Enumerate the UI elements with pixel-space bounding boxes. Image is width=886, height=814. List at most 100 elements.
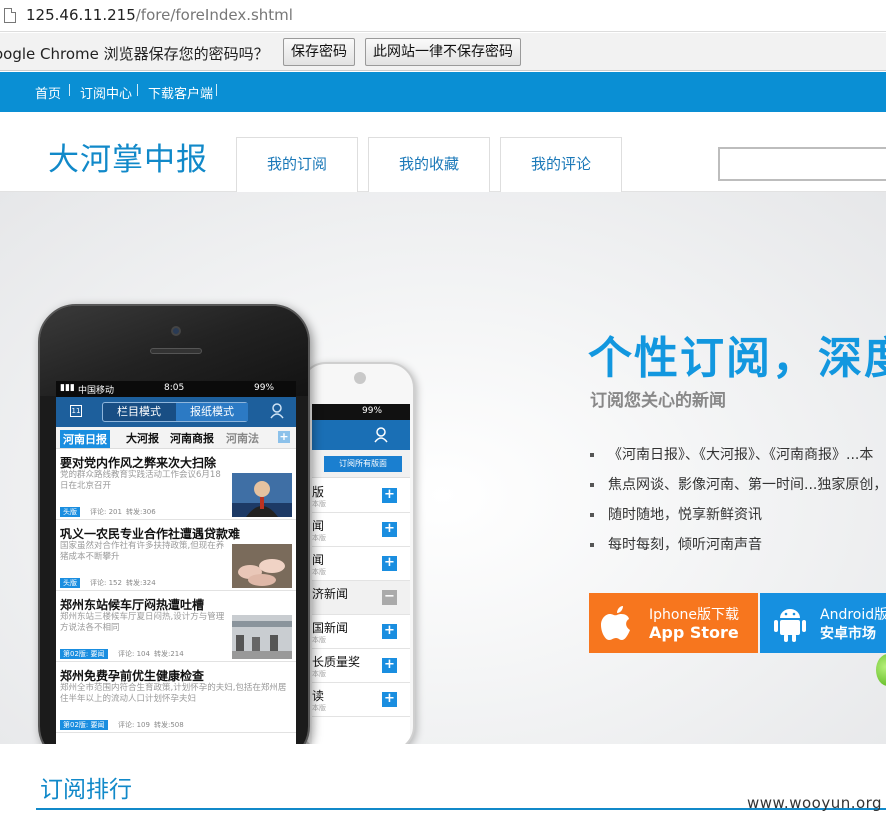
signal-icon: ▮▮▮ — [60, 383, 75, 393]
apple-icon — [601, 606, 630, 640]
news-photo — [232, 473, 292, 517]
list-item[interactable]: 版本版 + — [312, 479, 410, 513]
time-text: 8:05 — [164, 383, 185, 393]
nav-divider — [137, 84, 138, 96]
plus-icon[interactable]: + — [382, 522, 397, 537]
top-navigation: 首页 订阅中心 下载客户端 — [0, 72, 886, 112]
section-title: 订阅排行 — [40, 777, 132, 803]
mode-switch[interactable]: 栏目模式 报纸模式 — [102, 402, 248, 422]
bullet-dot — [590, 483, 594, 487]
bullet-dot — [590, 543, 594, 547]
save-password-button[interactable]: 保存密码 — [283, 38, 355, 66]
nav-download-client-link[interactable]: 下载客户端 — [148, 83, 213, 102]
bullet-text: 随时随地，悦享新鲜资讯 — [608, 507, 762, 523]
search-input[interactable] — [718, 147, 886, 181]
app-toolbar — [312, 420, 410, 450]
add-channel-icon[interactable]: + — [278, 431, 290, 443]
comment-count: 评论: 152 — [90, 579, 122, 587]
app-store-label: App Store — [649, 623, 739, 642]
address-bar[interactable]: 125.46.11.215/fore/foreIndex.shtml — [0, 0, 886, 32]
page-tag: 第02版: 要闻 — [60, 720, 108, 730]
phone-camera — [171, 326, 181, 336]
calendar-icon[interactable]: 11 — [70, 405, 82, 417]
comment-count: 评论: 109 — [118, 721, 150, 729]
promo-banner: 99% 订阅所有版面 版本版 + 闻本版 + 闻本版 + 济新闻 − 国新闻 本版 + 长质… — [0, 192, 886, 744]
subscribe-all-button[interactable]: 订阅所有版面 — [324, 456, 402, 472]
row-title: 闻 — [312, 519, 325, 533]
channel-tab[interactable]: 河南商报 — [170, 430, 214, 446]
secondary-phone-screen: 99% 订阅所有版面 版本版 + 闻本版 + 闻本版 + 济新闻 − 国新闻 本版 + 长质… — [312, 404, 410, 744]
url-text[interactable]: 125.46.11.215/fore/foreIndex.shtml — [26, 6, 293, 24]
tab-my-subscriptions[interactable]: 我的订阅 — [236, 137, 358, 192]
list-item[interactable]: 闻本版 + — [312, 513, 410, 547]
news-item[interactable]: 巩义一农民专业合作社遭遇贷款难 国家虽然对合作社有许多扶持政策,但现在养猪成本不… — [56, 521, 296, 591]
news-summary: 郑州全市范围内符合生育政策,计划怀孕的夫妇,包括在郑州居住半年以上的流动人口计划… — [60, 683, 287, 704]
news-photo — [232, 544, 292, 588]
password-prompt-text: oogle Chrome 浏览器保存您的密码吗？ — [0, 45, 269, 63]
comment-count: 评论: 201 — [90, 508, 122, 516]
list-item[interactable]: 国新闻 本版 + — [312, 615, 410, 649]
bullet-dot — [590, 453, 594, 457]
newspaper-mode-tab[interactable]: 报纸模式 — [176, 403, 248, 421]
main-phone-screen: ▮▮▮ 中国移动 8:05 99% 11 栏目模式 报纸模式 河南日报 大河报 … — [56, 381, 296, 744]
channel-tab[interactable]: 大河报 — [126, 430, 159, 446]
phone-camera — [354, 372, 366, 384]
user-icon[interactable] — [270, 403, 284, 419]
banner-headline: 个性订阅，深度 — [588, 333, 886, 384]
row-subtitle: 本版 — [312, 500, 326, 508]
channel-tab[interactable]: 河南法 — [226, 430, 259, 446]
news-summary: 党的群众路线教育实践活动工作会议6月18日在北京召开 — [60, 470, 221, 491]
news-item[interactable]: 要对党内作风之弊来次大扫除 党的群众路线教育实践活动工作会议6月18日在北京召开… — [56, 450, 296, 520]
plus-icon[interactable]: + — [382, 488, 397, 503]
android-version-label: Android版 — [820, 607, 886, 623]
share-count: 转发:324 — [126, 579, 156, 587]
page-tag: 头版 — [60, 578, 80, 588]
green-circle-icon[interactable] — [876, 654, 886, 686]
row-subtitle: 本版 — [312, 704, 326, 712]
bullet-dot — [590, 513, 594, 517]
site-logo[interactable]: 大河掌中报 — [48, 134, 208, 179]
minus-icon[interactable]: − — [382, 590, 397, 605]
list-item[interactable]: 闻本版 + — [312, 547, 410, 581]
nav-subscription-center-link[interactable]: 订阅中心 — [80, 83, 132, 102]
app-toolbar: 11 栏目模式 报纸模式 — [56, 397, 296, 427]
news-item[interactable]: 郑州东站候车厅闷热遭吐槽 郑州东站三楼候车厅夏日闷热,设计方与管理方说法各不相同… — [56, 592, 296, 662]
channel-tab-active[interactable]: 河南日报 — [60, 430, 110, 448]
bullet-text: 《河南日报》、《大河报》、《河南商报》...本 — [608, 447, 874, 463]
news-item[interactable]: 郑州免费孕前优生健康检查 郑州全市范围内符合生育政策,计划怀孕的夫妇,包括在郑州… — [56, 663, 296, 733]
news-title: 要对党内作风之弊来次大扫除 — [60, 456, 217, 470]
feature-bullet: 焦点网谈、影像河南、第一时间...独家原创，任 — [590, 474, 886, 494]
plus-icon[interactable]: + — [382, 624, 397, 639]
nav-divider — [216, 84, 217, 96]
android-download-button[interactable]: Android版 安卓市场 — [760, 593, 886, 653]
app-store-download-button[interactable]: Iphone版下载 App Store — [589, 593, 758, 653]
bullet-text: 焦点网谈、影像河南、第一时间...独家原创，任 — [608, 477, 886, 493]
password-save-infobar: oogle Chrome 浏览器保存您的密码吗？ 保存密码 此网站一律不保存密码 — [0, 33, 886, 71]
row-subtitle: 本版 — [312, 568, 326, 576]
list-item[interactable]: 读本版 + — [312, 683, 410, 717]
subscribe-bar: 订阅所有版面 — [312, 450, 410, 478]
never-save-password-button[interactable]: 此网站一律不保存密码 — [365, 38, 521, 66]
secondary-phone-mockup: 99% 订阅所有版面 版本版 + 闻本版 + 闻本版 + 济新闻 − 国新闻 本版 + 长质… — [300, 362, 415, 744]
row-subtitle: 本版 — [312, 636, 326, 644]
battery-text: 99% — [362, 406, 383, 416]
plus-icon[interactable]: + — [382, 692, 397, 707]
url-path: /fore/foreIndex.shtml — [135, 6, 293, 24]
list-item[interactable]: 长质量奖 本版 + — [312, 649, 410, 683]
tab-my-favorites[interactable]: 我的收藏 — [368, 137, 490, 192]
page-tag: 第02版: 要闻 — [60, 649, 108, 659]
status-bar: 99% — [312, 404, 410, 420]
column-mode-tab[interactable]: 栏目模式 — [103, 403, 175, 421]
page-tag: 头版 — [60, 507, 80, 517]
tab-my-comments[interactable]: 我的评论 — [500, 137, 622, 192]
carrier-text: 中国移动 — [78, 386, 115, 396]
plus-icon[interactable]: + — [382, 658, 397, 673]
plus-icon[interactable]: + — [382, 556, 397, 571]
feature-bullet: 每时每刻，倾听河南声音 — [590, 534, 762, 554]
comment-count: 评论: 104 — [118, 650, 150, 658]
list-item[interactable]: 济新闻 − — [312, 581, 410, 615]
banner-subheadline: 订阅您关心的新闻 — [590, 391, 726, 411]
nav-home-link[interactable]: 首页 — [35, 83, 61, 102]
row-title: 济新闻 — [312, 587, 349, 601]
iphone-download-label: Iphone版下载 — [649, 607, 739, 623]
